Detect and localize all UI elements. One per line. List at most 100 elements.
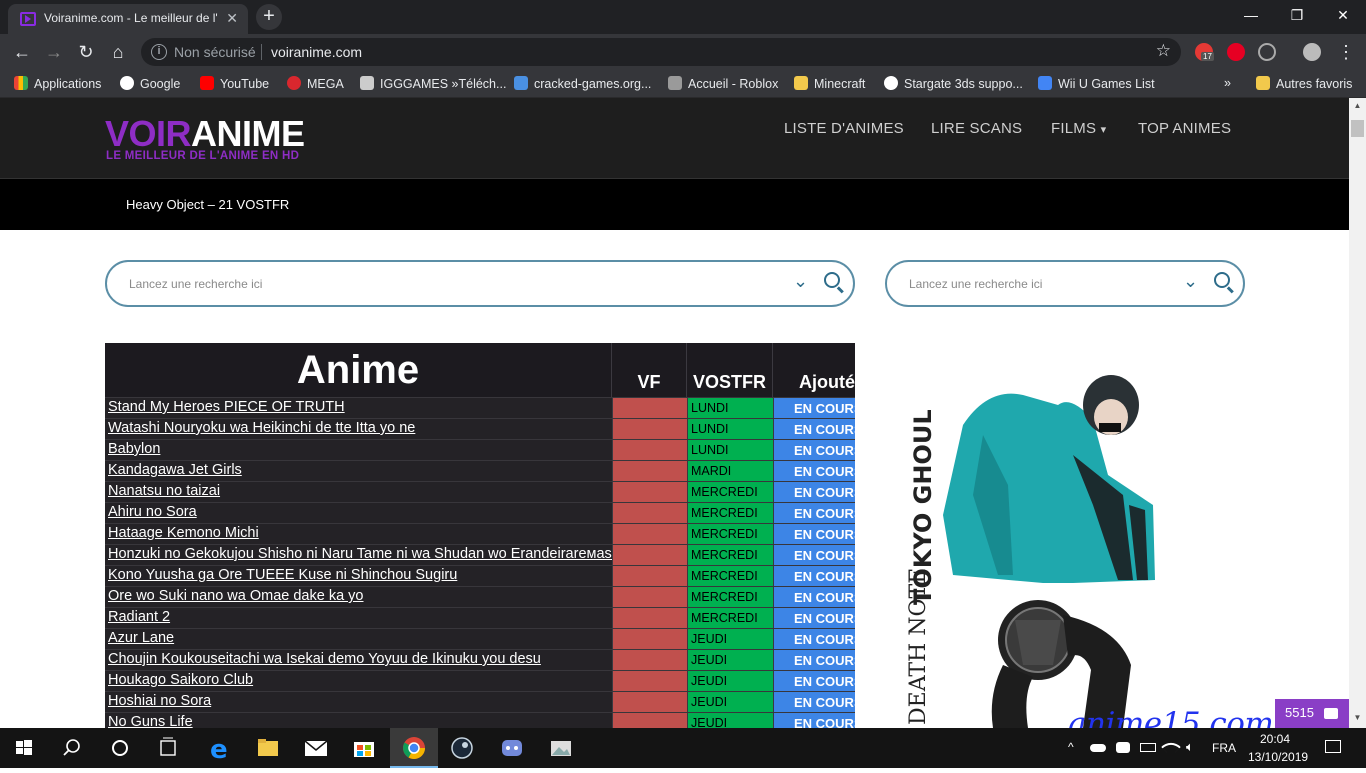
- start-button[interactable]: [0, 728, 48, 768]
- anime-title-link[interactable]: Kono Yuusha ga Ore TUEEE Kuse ni Shincho…: [108, 567, 457, 583]
- wifi-icon[interactable]: [1161, 737, 1181, 757]
- anime-title-link[interactable]: Choujin Koukouseitachi wa Isekai demo Yo…: [108, 651, 541, 667]
- status-cell: EN COURS: [773, 629, 855, 650]
- table-row: Watashi Nouryoku wa Heikinchi de tte Itt…: [105, 418, 855, 440]
- extension-mask-icon[interactable]: [1258, 43, 1276, 61]
- onedrive-icon[interactable]: [1090, 744, 1106, 752]
- bookmark-autres-favoris[interactable]: Autres favoris: [1256, 76, 1352, 91]
- file-explorer-button[interactable]: [244, 728, 292, 768]
- bookmark-stargate[interactable]: Stargate 3ds suppo...: [884, 76, 1023, 91]
- anime-title-link[interactable]: Babylon: [108, 441, 160, 457]
- main-search-bar[interactable]: Lancez une recherche ici ⌄: [105, 260, 855, 307]
- bookmark-mega[interactable]: MEGA: [287, 76, 344, 91]
- anime-title-link[interactable]: Houkago Saikoro Club: [108, 672, 253, 688]
- cortana-button[interactable]: [96, 728, 144, 768]
- table-row: Choujin Koukouseitachi wa Isekai demo Yo…: [105, 649, 855, 671]
- language-indicator[interactable]: FRA: [1212, 741, 1236, 755]
- bookmark-google[interactable]: Google: [120, 76, 180, 91]
- restore-button[interactable]: ❐: [1274, 0, 1320, 30]
- anime-title-link[interactable]: Ahiru no Sora: [108, 504, 197, 520]
- steam-button[interactable]: [438, 728, 486, 768]
- nav-films[interactable]: FILMS ▾: [1051, 120, 1106, 137]
- browser-tab[interactable]: Voiranime.com - Le meilleur de l' ✕: [8, 4, 248, 34]
- sidebar-advertisement[interactable]: TOKYO GHOUL DEATH NOTE: [893, 365, 1163, 728]
- address-bar[interactable]: i Non sécurisé voiranime.com ☆: [141, 38, 1181, 66]
- visitor-counter[interactable]: 5515: [1275, 699, 1349, 728]
- search-input[interactable]: Lancez une recherche ici: [909, 277, 1042, 291]
- extension-icon[interactable]: 17: [1195, 43, 1214, 61]
- new-tab-button[interactable]: +: [256, 4, 282, 30]
- vf-cell: [612, 545, 687, 566]
- bookmark-youtube[interactable]: YouTube: [200, 76, 269, 91]
- bookmark-wiiu[interactable]: Wii U Games List: [1038, 76, 1155, 91]
- task-view-button[interactable]: [144, 728, 192, 768]
- edge-button[interactable]: e: [196, 728, 244, 768]
- ticker-item[interactable]: Heavy Object – 21 VOSTFR: [126, 197, 289, 212]
- store-button[interactable]: [340, 728, 388, 768]
- notifications-icon[interactable]: [1325, 740, 1341, 753]
- nav-top-animes[interactable]: TOP ANIMES: [1138, 120, 1231, 137]
- reload-button[interactable]: ↻: [74, 40, 98, 64]
- bookmark-star-icon[interactable]: ☆: [1156, 41, 1171, 61]
- close-tab-icon[interactable]: ✕: [226, 10, 238, 27]
- battery-icon[interactable]: [1140, 743, 1156, 752]
- vostfr-day-cell: LUNDI: [687, 419, 773, 440]
- close-window-button[interactable]: ✕: [1320, 0, 1366, 30]
- anime-title-link[interactable]: Nanatsu no taizai: [108, 483, 220, 499]
- tray-overflow-icon[interactable]: ^: [1068, 740, 1074, 754]
- bookmark-igggames[interactable]: IGGGAMES »Téléch...: [360, 76, 506, 91]
- forward-button[interactable]: →: [42, 40, 66, 64]
- minimize-button[interactable]: —: [1228, 0, 1274, 30]
- discord-tray-icon[interactable]: [1116, 742, 1130, 753]
- anime-title-link[interactable]: Azur Lane: [108, 630, 174, 646]
- photos-button[interactable]: [537, 728, 585, 768]
- bookmark-minecraft[interactable]: Minecraft: [794, 76, 865, 91]
- anime-title-link[interactable]: Hataage Kemono Michi: [108, 525, 259, 541]
- anime-title-link[interactable]: Honzuki no Gekokujou Shisho ni Naru Tame…: [108, 546, 628, 562]
- discord-button[interactable]: [488, 728, 536, 768]
- anime-title-link[interactable]: Ore wo Suki nano wa Omae dake ka yo: [108, 588, 364, 604]
- browser-titlebar: Voiranime.com - Le meilleur de l' ✕ + — …: [0, 0, 1366, 34]
- url-text[interactable]: voiranime.com: [271, 44, 362, 60]
- anime-title-link[interactable]: Watashi Nouryoku wa Heikinchi de tte Itt…: [108, 420, 415, 436]
- bookmark-cracked-games[interactable]: cracked-games.org...: [514, 76, 651, 91]
- back-button[interactable]: ←: [10, 40, 34, 64]
- bookmarks-overflow-button[interactable]: »: [1224, 76, 1231, 90]
- menu-icon[interactable]: ⋮: [1334, 40, 1358, 64]
- chrome-button[interactable]: [390, 728, 438, 768]
- nav-liste-animes[interactable]: LISTE D'ANIMES: [784, 120, 904, 137]
- anime-title-link[interactable]: Stand My Heroes PIECE OF TRUTH: [108, 399, 345, 415]
- scroll-down-icon[interactable]: ▼: [1349, 713, 1366, 722]
- clock-date[interactable]: 13/10/2019: [1248, 750, 1308, 764]
- anime-title-link[interactable]: Kandagawa Jet Girls: [108, 462, 242, 478]
- clock-time[interactable]: 20:04: [1260, 732, 1290, 746]
- search-input[interactable]: Lancez une recherche ici: [129, 277, 262, 291]
- home-button[interactable]: ⌂: [106, 40, 130, 64]
- info-icon[interactable]: i: [151, 44, 167, 60]
- scroll-thumb[interactable]: [1351, 120, 1364, 137]
- chevron-down-icon: ▾: [1100, 124, 1107, 136]
- nav-lire-scans[interactable]: LIRE SCANS: [931, 120, 1022, 137]
- anime-title-link[interactable]: Hoshiai no Sora: [108, 693, 211, 709]
- profile-avatar[interactable]: [1303, 43, 1321, 61]
- page-scrollbar[interactable]: ▲ ▼: [1349, 98, 1366, 728]
- site-logo[interactable]: VOIRANIME: [105, 113, 305, 155]
- search-button[interactable]: [48, 728, 96, 768]
- chevron-down-icon[interactable]: ⌄: [1183, 271, 1198, 292]
- bookmark-applications[interactable]: Applications: [14, 76, 101, 91]
- search-icon[interactable]: [824, 272, 840, 288]
- vostfr-day-cell: JEUDI: [687, 692, 773, 713]
- vostfr-day-cell: MERCREDI: [687, 503, 773, 524]
- bookmark-roblox[interactable]: Accueil - Roblox: [668, 76, 778, 91]
- mail-button[interactable]: [292, 728, 340, 768]
- anime-title-link[interactable]: No Guns Life: [108, 714, 193, 728]
- scroll-up-icon[interactable]: ▲: [1349, 101, 1366, 110]
- pinterest-icon[interactable]: [1227, 43, 1245, 61]
- table-row: Honzuki no Gekokujou Shisho ni Naru Tame…: [105, 544, 855, 566]
- anime-title-link[interactable]: Radiant 2: [108, 609, 170, 625]
- search-icon[interactable]: [1214, 272, 1230, 288]
- vf-cell: [612, 503, 687, 524]
- chevron-down-icon[interactable]: ⌄: [793, 271, 808, 292]
- volume-icon[interactable]: 🔈︎: [1186, 739, 1194, 755]
- sidebar-search-bar[interactable]: Lancez une recherche ici ⌄: [885, 260, 1245, 307]
